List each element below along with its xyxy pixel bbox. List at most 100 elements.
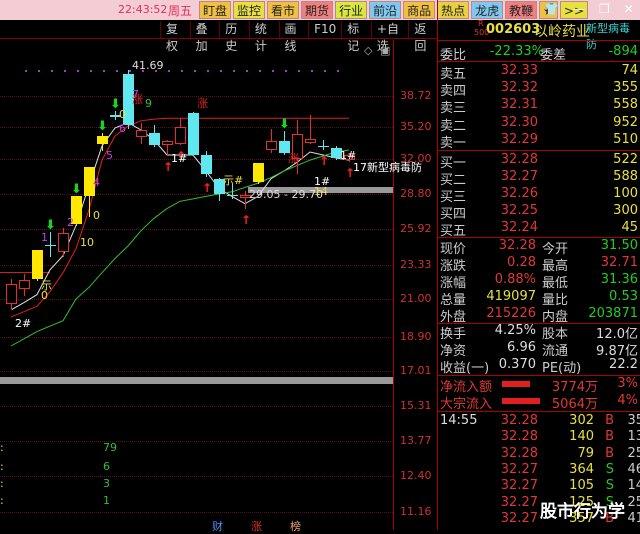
trade-tick-row: 32.27 364 S 46 [440, 461, 640, 479]
count: 35 [627, 413, 640, 428]
volume: 952 [613, 114, 638, 130]
chart-annotation: 1# [171, 152, 188, 165]
close-icon[interactable]: ✕ [624, 2, 634, 16]
minimize-icon[interactable]: — [573, 2, 585, 16]
candle[interactable] [305, 139, 316, 143]
bottom-tag[interactable]: 涨 [251, 518, 262, 534]
bid-row: 买二 32.27 588 [440, 169, 638, 188]
volume: 100 [613, 186, 638, 201]
price-tick-label: 38.72 [400, 89, 432, 102]
ask-row: 卖二 32.30 952 [440, 114, 638, 134]
candle[interactable] [97, 136, 108, 144]
price-tick-label: 35.20 [400, 120, 432, 133]
candle[interactable] [45, 244, 56, 246]
volume: 510 [613, 131, 638, 147]
price: 32.28 [500, 152, 538, 167]
bottom-tag[interactable]: 榜 [290, 518, 301, 534]
value: 4.25% [494, 323, 536, 338]
nav-button[interactable]: 热点 [437, 1, 470, 19]
candle[interactable] [162, 141, 173, 145]
candle[interactable] [188, 112, 199, 155]
candle[interactable] [149, 133, 160, 145]
price-tick-label: 25.92 [400, 222, 432, 235]
candle[interactable] [253, 163, 264, 182]
ask-row: 卖四 32.32 355 [440, 80, 638, 99]
label: 卖二 [440, 118, 467, 134]
menu-item[interactable]: 返回 [408, 21, 438, 53]
candle[interactable] [201, 155, 212, 175]
ma-lines [10, 117, 350, 347]
bid-row: 买五 32.24 45 [440, 220, 638, 239]
bid-row: 买四 32.25 300 [440, 203, 638, 222]
stock-name: 以岭药业 [534, 24, 590, 40]
price: 32.28 [500, 429, 538, 445]
maximize-icon[interactable]: ❐ [599, 2, 610, 16]
percent: 3% [617, 376, 638, 391]
value: 31.36 [600, 272, 638, 287]
price: 32.33 [500, 63, 538, 78]
value: 215226 [486, 306, 536, 321]
value: 0.370 [498, 357, 536, 372]
quote-row: 涨幅 0.88% 最低 31.36 [440, 272, 638, 291]
quote-panel: R 500 002603 以岭药业 新型病毒防 委比 -22.33% 委差 -894 卖五 32.3… [438, 19, 640, 530]
price: 32.26 [500, 186, 538, 201]
chart-annotation: 5 [106, 149, 113, 162]
candle[interactable] [175, 127, 186, 144]
count: 25 [627, 494, 640, 510]
diamond-icon[interactable]: ◇ [364, 44, 372, 57]
candle[interactable] [19, 280, 30, 289]
candle[interactable] [266, 141, 277, 150]
nav-button[interactable]: 教鞭 [505, 1, 538, 19]
candle[interactable] [136, 130, 147, 137]
stock-code: 002603 [486, 22, 541, 37]
value: 0.28 [507, 255, 536, 270]
chart-annotation: 14 [314, 184, 328, 198]
volume: 302 [569, 413, 594, 428]
trade-tick-row: 32.28 140 B 13 [440, 429, 640, 446]
chart-annotation: 17新型病毒防 [353, 160, 422, 174]
bid-row: 买三 32.26 100 [440, 186, 638, 205]
price: 32.28 [500, 445, 538, 461]
label: 卖三 [440, 101, 467, 117]
panel-toggle-icon[interactable]: ▣ [380, 44, 390, 57]
candle[interactable] [318, 146, 329, 147]
candle[interactable] [6, 284, 17, 305]
chart-annotation: 2 [67, 216, 74, 230]
value: 22.2 [609, 357, 638, 372]
chart-annotation: 41.69 [132, 59, 164, 73]
volume: 140 [569, 429, 594, 445]
ask-row: 卖五 32.33 74 [440, 63, 638, 82]
percent: 4% [617, 393, 638, 408]
divider [438, 150, 640, 151]
count: 46 [627, 461, 640, 477]
shirt-icon[interactable]: 👕 [544, 2, 559, 16]
sell-arrow-icon: ⬇ [71, 182, 82, 198]
price-tick-label: 12.40 [400, 469, 432, 482]
buy-arrow-icon: ↑ [202, 180, 213, 195]
volume: 558 [613, 97, 638, 113]
capital-flow-row: 大宗流入 5064万 4% [440, 393, 638, 412]
chart-annotation: 示# [223, 173, 244, 187]
candle[interactable] [32, 250, 43, 279]
price-tick-label: 15.31 [400, 399, 432, 412]
candle[interactable] [227, 195, 238, 197]
value: -894 [608, 44, 638, 59]
price-tick-label: 13.77 [400, 434, 432, 447]
count: 41 [627, 510, 640, 526]
chart-annotation: 涨 [197, 97, 208, 111]
nav-button[interactable]: 商品 [403, 1, 436, 19]
fundamental-row: 收益(一) 0.370 PE(动) 22.2 [440, 357, 638, 376]
indicator-label: : [0, 441, 4, 454]
price-tick-label: 23.33 [400, 258, 432, 271]
value: 6.96 [507, 340, 536, 355]
bottom-tag[interactable]: 财 [212, 518, 223, 534]
sell-arrow-icon: ⬇ [279, 117, 290, 132]
value: 0.88% [494, 272, 536, 287]
fundamental-row: 净资 6.96 流通 9.87亿 [440, 340, 638, 359]
divider [438, 61, 640, 62]
label: 大宗流入 [440, 397, 493, 412]
flow-bar [502, 381, 531, 387]
price: 32.29 [500, 131, 538, 147]
candle[interactable] [58, 233, 69, 252]
nav-button[interactable]: 龙虎 [471, 1, 504, 19]
